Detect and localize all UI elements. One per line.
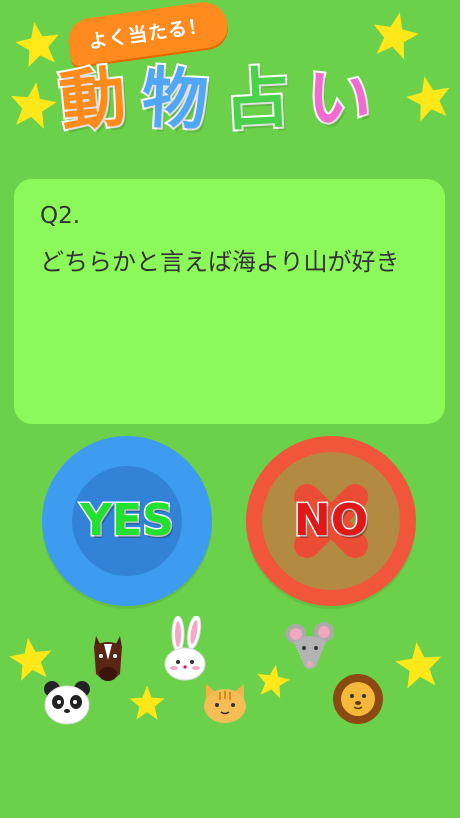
star-icon	[406, 76, 450, 122]
panda-icon	[44, 681, 90, 725]
question-text: どちらかと言えば海より山が好き	[40, 248, 400, 276]
star-icon	[373, 12, 419, 60]
rabbit-icon	[164, 616, 206, 681]
star-icon	[9, 638, 52, 681]
tagline-text: よく当たる！	[87, 14, 210, 54]
title-char-1: 動	[54, 56, 132, 143]
star-icon	[11, 82, 57, 129]
horse-icon	[94, 636, 122, 681]
title-char-2: 物	[138, 57, 212, 141]
lion-icon	[333, 674, 383, 724]
yes-label: YES	[79, 494, 176, 548]
mouse-icon	[286, 622, 334, 669]
star-icon	[395, 642, 442, 689]
star-icon	[129, 685, 165, 720]
no-button[interactable]: NO	[246, 436, 416, 606]
cat-icon	[204, 684, 246, 723]
app-title: 動 物 占 い	[54, 56, 400, 153]
question-number: Q2.	[40, 203, 81, 229]
yes-button[interactable]: YES	[42, 436, 212, 606]
question-card: Q2. どちらかと言えば海より山が好き	[14, 179, 445, 424]
no-label: NO	[292, 494, 369, 548]
title-char-3: 占	[220, 57, 294, 141]
title-char-4: い	[301, 56, 377, 142]
